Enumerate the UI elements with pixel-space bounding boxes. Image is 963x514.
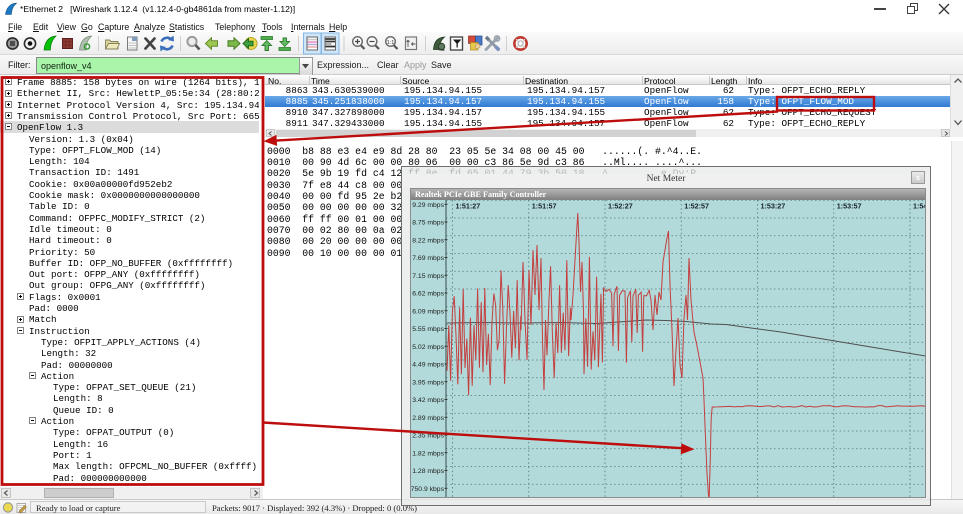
svg-text:6.62 mbps: 6.62 mbps (412, 291, 444, 298)
svg-text:2.89 mbps: 2.89 mbps (412, 415, 444, 422)
svg-text:1:51:57: 1:51:57 (532, 202, 557, 211)
svg-text:3.42 mbps: 3.42 mbps (412, 397, 444, 404)
svg-text:750.9 kbps: 750.9 kbps (411, 486, 445, 493)
svg-text:9.29 mbps: 9.29 mbps (412, 202, 444, 209)
svg-text:5.55 mbps: 5.55 mbps (412, 326, 444, 333)
svg-text:1:51:27: 1:51:27 (456, 202, 481, 211)
svg-text:4.49 mbps: 4.49 mbps (412, 362, 444, 369)
svg-text:1:53:27: 1:53:27 (761, 202, 786, 211)
svg-text:1.28 mbps: 1.28 mbps (412, 468, 444, 475)
svg-text:1:53:57: 1:53:57 (837, 202, 862, 211)
svg-text:7.15 mbps: 7.15 mbps (412, 273, 444, 280)
svg-text:5.02 mbps: 5.02 mbps (412, 344, 444, 351)
svg-text:3.95 mbps: 3.95 mbps (412, 379, 444, 386)
svg-text:1.82 mbps: 1.82 mbps (412, 450, 444, 457)
svg-text:8.75 mbps: 8.75 mbps (412, 220, 444, 227)
svg-text:1:54:27: 1:54:27 (913, 202, 925, 211)
svg-text:1:52:27: 1:52:27 (608, 202, 633, 211)
svg-text:2.35 mbps: 2.35 mbps (412, 433, 444, 440)
svg-text:1:1: 1:1 (387, 40, 395, 46)
svg-text:6.09 mbps: 6.09 mbps (412, 308, 444, 315)
svg-text:8.22 mbps: 8.22 mbps (412, 237, 444, 244)
svg-text:7.69 mbps: 7.69 mbps (412, 255, 444, 262)
svg-text:1:52:57: 1:52:57 (684, 202, 709, 211)
